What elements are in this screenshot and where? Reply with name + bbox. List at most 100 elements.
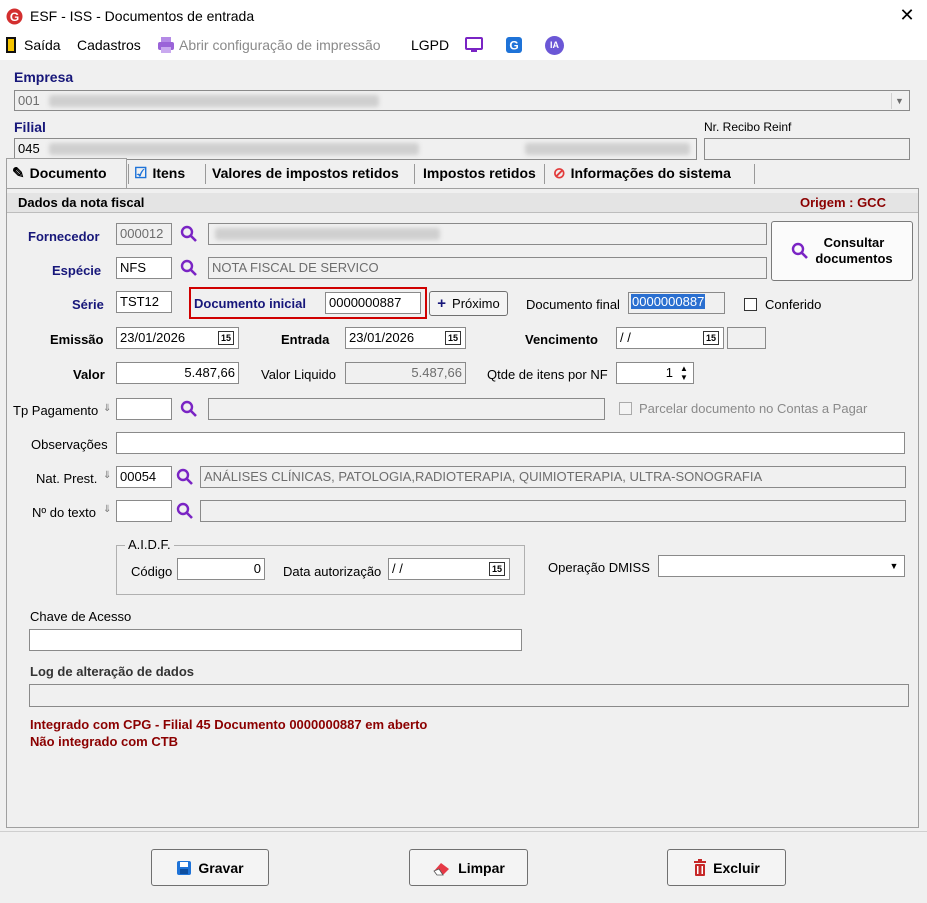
operacao-dmiss-select[interactable]: ▼ xyxy=(658,555,905,577)
tab-divider xyxy=(544,164,545,184)
consultar-documentos-button[interactable]: Consultar documentos xyxy=(771,221,913,281)
qtde-itens-field[interactable]: 1 ▲ ▼ xyxy=(616,362,694,384)
search-icon[interactable] xyxy=(176,502,194,520)
pencil-icon: ✎ xyxy=(12,164,25,182)
spinner-arrows-icon[interactable]: ▲ ▼ xyxy=(677,364,691,382)
entrada-field[interactable]: 23/01/2026 15 xyxy=(345,327,466,349)
search-icon xyxy=(792,242,809,259)
empresa-code: 001 xyxy=(18,93,40,108)
tab-itens[interactable]: ☑ Itens xyxy=(134,159,185,186)
entrada-value: 23/01/2026 xyxy=(349,330,415,345)
status-message-cpg: Integrado com CPG - Filial 45 Documento … xyxy=(30,717,428,732)
conferido-checkbox[interactable] xyxy=(744,298,757,311)
parcelar-checkbox[interactable] xyxy=(619,402,632,415)
filial-cnpj-redacted xyxy=(525,143,690,155)
excluir-label: Excluir xyxy=(713,859,760,876)
save-floppy-icon xyxy=(177,860,192,875)
tp-pagamento-desc-field xyxy=(208,398,605,420)
fornecedor-name-field[interactable] xyxy=(208,223,767,245)
calendar-icon[interactable]: 15 xyxy=(489,562,505,576)
valor-liquido-field[interactable]: 5.487,66 xyxy=(345,362,466,384)
menu-saida[interactable]: Saída xyxy=(24,37,61,53)
observacoes-field[interactable] xyxy=(116,432,905,454)
menu-lgpd[interactable]: LGPD xyxy=(411,37,449,53)
nat-prest-label: Nat. Prest. xyxy=(36,471,98,486)
calendar-icon[interactable]: 15 xyxy=(445,331,461,345)
checklist-icon: ☑ xyxy=(134,164,148,182)
empresa-select[interactable]: 001 ▼ xyxy=(14,90,910,111)
numero-texto-field[interactable] xyxy=(116,500,172,522)
filial-label: Filial xyxy=(14,119,46,135)
chave-acesso-field[interactable] xyxy=(29,629,522,651)
gravar-button[interactable]: Gravar xyxy=(151,849,269,886)
serie-field[interactable]: TST12 xyxy=(116,291,172,313)
search-icon[interactable] xyxy=(176,468,194,486)
filial-name-redacted xyxy=(49,143,419,155)
documento-inicial-label: Documento inicial xyxy=(194,296,306,311)
data-autorizacao-field[interactable]: / / 15 xyxy=(388,558,510,580)
tab-informacoes-sistema[interactable]: ⊘ Informações do sistema xyxy=(553,159,731,186)
valor-field[interactable]: 5.487,66 xyxy=(116,362,239,384)
tab-documento-label: Documento xyxy=(29,164,107,181)
calendar-icon[interactable]: 15 xyxy=(218,331,234,345)
emissao-field[interactable]: 23/01/2026 15 xyxy=(116,327,239,349)
tp-pagamento-label: Tp Pagamento xyxy=(13,403,99,418)
fornecedor-name-redacted xyxy=(215,228,440,240)
limpar-button[interactable]: Limpar xyxy=(409,849,528,886)
calendar-icon[interactable]: 15 xyxy=(703,331,719,345)
tab-documento[interactable]: ✎ Documento xyxy=(12,159,107,186)
vencimento-field[interactable]: / / 15 xyxy=(616,327,724,349)
app-logo-icon: G xyxy=(6,8,23,25)
section-title: Dados da nota fiscal xyxy=(18,195,145,210)
monitor-icon[interactable] xyxy=(465,36,483,54)
search-icon[interactable] xyxy=(180,259,198,277)
serie-label: Série xyxy=(72,297,104,312)
operacao-dmiss-label: Operação DMISS xyxy=(548,560,650,575)
filial-field[interactable]: 045 xyxy=(14,138,697,160)
parcelar-label: Parcelar documento no Contas a Pagar xyxy=(639,401,868,416)
tp-pagamento-field[interactable] xyxy=(116,398,172,420)
empresa-label: Empresa xyxy=(14,69,74,85)
menu-abrir-configuracao[interactable]: Abrir configuração de impressão xyxy=(179,37,381,53)
plus-icon: + xyxy=(437,295,447,312)
especie-label: Espécie xyxy=(52,263,102,278)
vencimento-value: / / xyxy=(620,330,631,345)
svg-text:G: G xyxy=(10,10,19,24)
especie-code-field[interactable]: NFS xyxy=(116,257,172,279)
tab-divider xyxy=(128,164,129,184)
fornecedor-label: Fornecedor xyxy=(28,229,100,244)
search-icon[interactable] xyxy=(180,225,198,243)
documento-final-value: 0000000887 xyxy=(631,294,706,309)
search-icon[interactable] xyxy=(180,400,198,418)
chevron-down-icon[interactable]: ▼ xyxy=(891,93,907,109)
fornecedor-code-field[interactable]: 000012 xyxy=(116,223,172,245)
tab-divider xyxy=(414,164,415,184)
tab-valores-impostos-retidos[interactable]: Valores de impostos retidos xyxy=(212,159,399,186)
documento-inicial-field[interactable]: 0000000887 xyxy=(325,292,421,314)
tab-informacoes-label: Informações do sistema xyxy=(570,164,731,181)
g-app-icon[interactable]: G xyxy=(505,36,523,54)
excluir-button[interactable]: Excluir xyxy=(667,849,786,886)
lookup-arrow-icon: ⇓ xyxy=(103,504,112,515)
tab-divider xyxy=(205,164,206,184)
documento-final-field[interactable]: 0000000887 xyxy=(628,292,725,314)
chevron-down-icon[interactable]: ▼ xyxy=(886,558,902,574)
tab-impostos-retidos[interactable]: Impostos retidos xyxy=(423,159,536,186)
proximo-button[interactable]: + Próximo xyxy=(429,291,508,316)
numero-texto-desc-field xyxy=(200,500,906,522)
empresa-name-redacted xyxy=(49,95,379,107)
printer-icon xyxy=(158,37,174,53)
ia-assistant-icon[interactable]: IA xyxy=(545,36,564,55)
codigo-field[interactable]: 0 xyxy=(177,558,265,580)
menu-cadastros[interactable]: Cadastros xyxy=(77,37,141,53)
recibo-reinf-field[interactable] xyxy=(704,138,910,160)
origem-label: Origem : GCC xyxy=(800,195,886,210)
log-label: Log de alteração de dados xyxy=(30,664,194,679)
close-button[interactable]: ✕ xyxy=(896,4,918,26)
lookup-arrow-icon: ⇓ xyxy=(103,470,112,481)
trash-icon xyxy=(694,859,707,876)
especie-desc-field[interactable]: NOTA FISCAL DE SERVICO xyxy=(208,257,767,279)
codigo-label: Código xyxy=(131,564,173,579)
log-field xyxy=(29,684,909,707)
nat-prest-code-field[interactable]: 00054 xyxy=(116,466,172,488)
